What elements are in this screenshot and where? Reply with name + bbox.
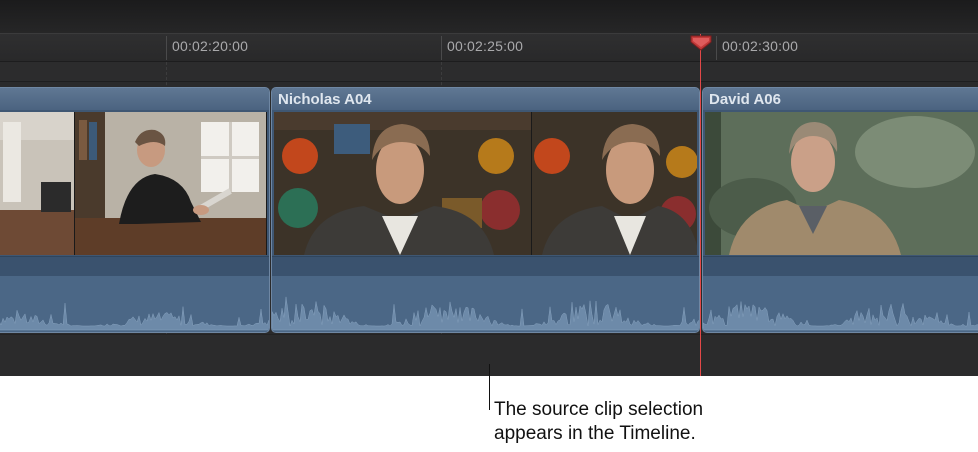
callout-line-1: The source clip selection	[494, 399, 704, 420]
clip-header: Nicholas A04	[272, 88, 699, 110]
video-frame-thumbnail	[75, 112, 267, 255]
timeline-toolbar-strip	[0, 0, 978, 34]
callout-caption: The source clip selection appears in the…	[494, 398, 703, 446]
video-frame-thumbnail	[0, 112, 75, 255]
video-frame-thumbnail	[274, 112, 532, 255]
clip-name: Nicholas A04	[278, 91, 372, 108]
audio-waveform	[0, 276, 269, 332]
clip-filmstrip	[274, 112, 697, 255]
ruler-timecode-label: 00:02:25:00	[447, 38, 524, 54]
ruler-tick	[716, 36, 717, 60]
clip-audio-header	[272, 256, 699, 277]
timeline[interactable]: 00:02:20:00 00:02:25:00 00:02:30:00 Nich…	[0, 0, 978, 376]
ruler-timecode-label: 00:02:30:00	[722, 38, 799, 54]
ruler-tick	[166, 36, 167, 60]
timeline-clip-nicholas-a04[interactable]: Nicholas A04	[271, 87, 700, 333]
clip-header: David A06	[703, 88, 978, 110]
clip-filmstrip	[705, 112, 978, 255]
audio-waveform	[272, 276, 699, 332]
ruler-lower-band	[0, 62, 978, 82]
timeline-clip-david-a06[interactable]: David A06	[702, 87, 978, 333]
clip-audio-header	[703, 256, 978, 277]
callout-line-2: appears in the Timeline.	[494, 423, 696, 444]
callout-pointer-line	[489, 364, 490, 410]
ruler-timecode-label: 00:02:20:00	[172, 38, 249, 54]
clip-name: David A06	[709, 91, 781, 108]
clip-filmstrip	[0, 112, 267, 255]
audio-waveform	[703, 276, 978, 332]
timeline-clip-previous[interactable]	[0, 87, 270, 333]
video-frame-thumbnail	[705, 112, 978, 255]
clip-header	[0, 88, 269, 110]
playhead-marker-icon[interactable]	[690, 35, 712, 51]
video-frame-thumbnail	[532, 112, 697, 255]
clip-audio-header	[0, 256, 269, 277]
ruler-tick	[441, 36, 442, 60]
playhead[interactable]	[700, 34, 701, 376]
